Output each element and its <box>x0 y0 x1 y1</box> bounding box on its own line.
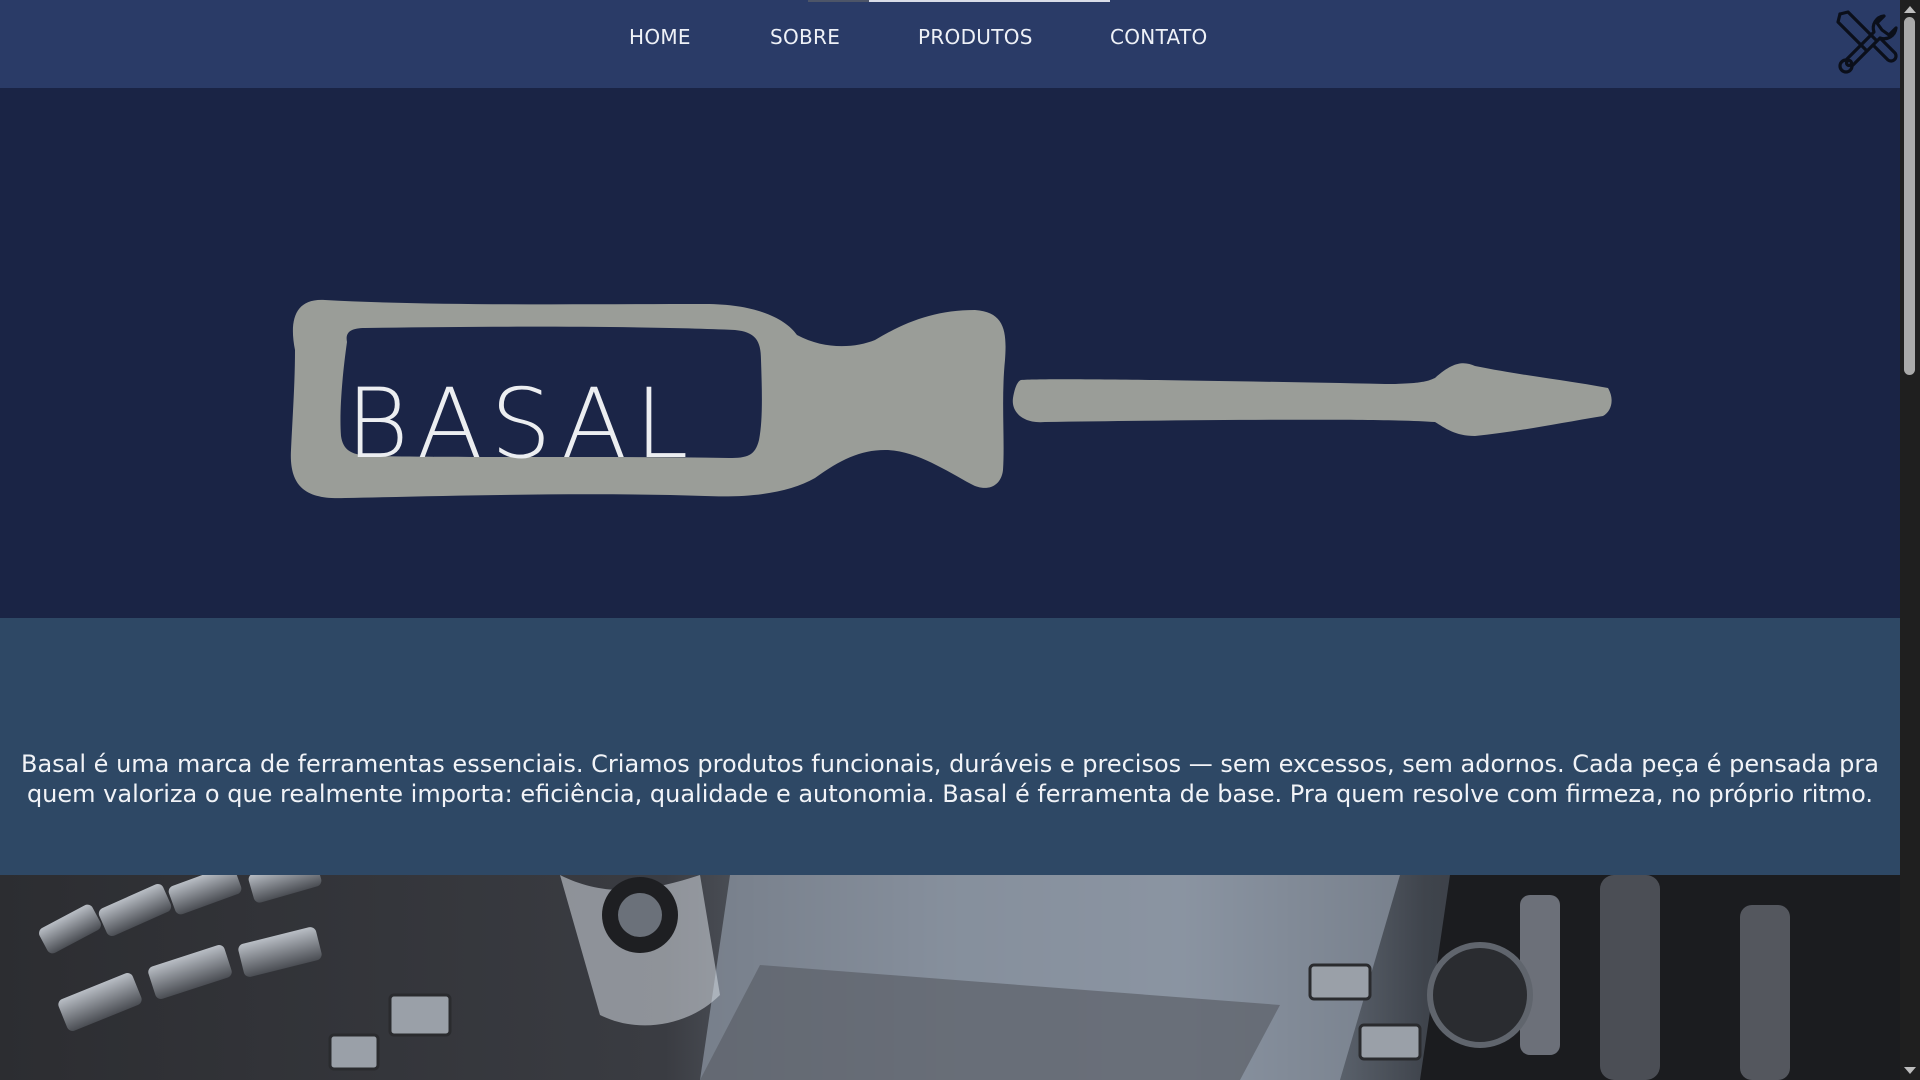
nav-link-home[interactable]: HOME <box>629 25 691 49</box>
machinery-photo <box>0 875 1900 1080</box>
scrollbar-thumb[interactable] <box>1904 17 1915 375</box>
main-nav: HOME SOBRE PRODUTOS CONTATO <box>0 0 1900 76</box>
brand-logo-text: BASAL <box>346 368 697 480</box>
vertical-scrollbar[interactable] <box>1900 0 1920 1080</box>
page: HOME SOBRE PRODUTOS CONTATO BASAL Basal … <box>0 0 1920 1080</box>
machinery-image <box>0 875 1900 1080</box>
nav-link-produtos[interactable]: PRODUTOS <box>918 25 1033 49</box>
scroll-down-arrow-icon[interactable] <box>1904 1067 1916 1074</box>
about-paragraph: Basal é uma marca de ferramentas essenci… <box>21 750 1879 808</box>
hero-section: BASAL <box>0 88 1900 618</box>
scroll-up-arrow-icon[interactable] <box>1904 6 1916 13</box>
nav-link-sobre[interactable]: SOBRE <box>770 25 840 49</box>
tools-icon[interactable] <box>1836 10 1902 76</box>
nav-link-contato[interactable]: CONTATO <box>1110 25 1208 49</box>
about-section: Basal é uma marca de ferramentas essenci… <box>0 618 1900 875</box>
top-navbar: HOME SOBRE PRODUTOS CONTATO <box>0 0 1900 88</box>
